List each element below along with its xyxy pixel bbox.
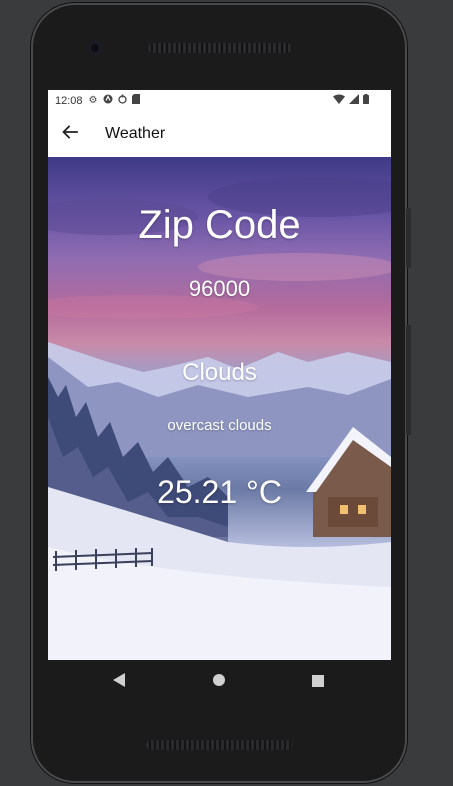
weather-main: Clouds — [182, 359, 257, 386]
app-title: Weather — [105, 125, 166, 142]
status-bar: 12:08 ⚙ — [48, 90, 391, 111]
weather-description: overcast clouds — [167, 417, 272, 434]
recents-icon — [312, 674, 324, 691]
nav-back-button[interactable] — [112, 672, 126, 693]
signal-icon — [349, 94, 359, 107]
nav-home-button[interactable] — [212, 673, 226, 692]
back-icon — [112, 673, 126, 692]
status-time: 12:08 — [55, 94, 83, 107]
top-speaker — [148, 43, 292, 53]
wifi-icon — [333, 94, 345, 107]
power-button — [406, 325, 411, 435]
sd-card-icon — [131, 94, 140, 107]
arrow-back-icon — [62, 124, 78, 144]
zip-code-heading: Zip Code — [138, 203, 301, 247]
front-camera — [88, 41, 102, 55]
app-bar: Weather — [48, 111, 391, 157]
home-icon — [212, 674, 226, 691]
weather-background: Zip Code 96000 Clouds overcast clouds 25… — [48, 157, 391, 660]
volume-button — [406, 208, 411, 268]
battery-icon — [363, 94, 369, 107]
android-icon — [103, 94, 113, 107]
bottom-speaker — [146, 740, 292, 750]
nav-recents-button[interactable] — [312, 674, 324, 692]
back-button[interactable] — [50, 111, 90, 157]
settings-icon: ⚙ — [88, 95, 98, 106]
device-screen: 12:08 ⚙ Weather Zip Code 96000 Clouds ov… — [48, 90, 391, 660]
temperature: 25.21 °C — [157, 474, 282, 510]
zip-code-value: 96000 — [188, 276, 251, 301]
data-saver-icon — [117, 94, 127, 107]
